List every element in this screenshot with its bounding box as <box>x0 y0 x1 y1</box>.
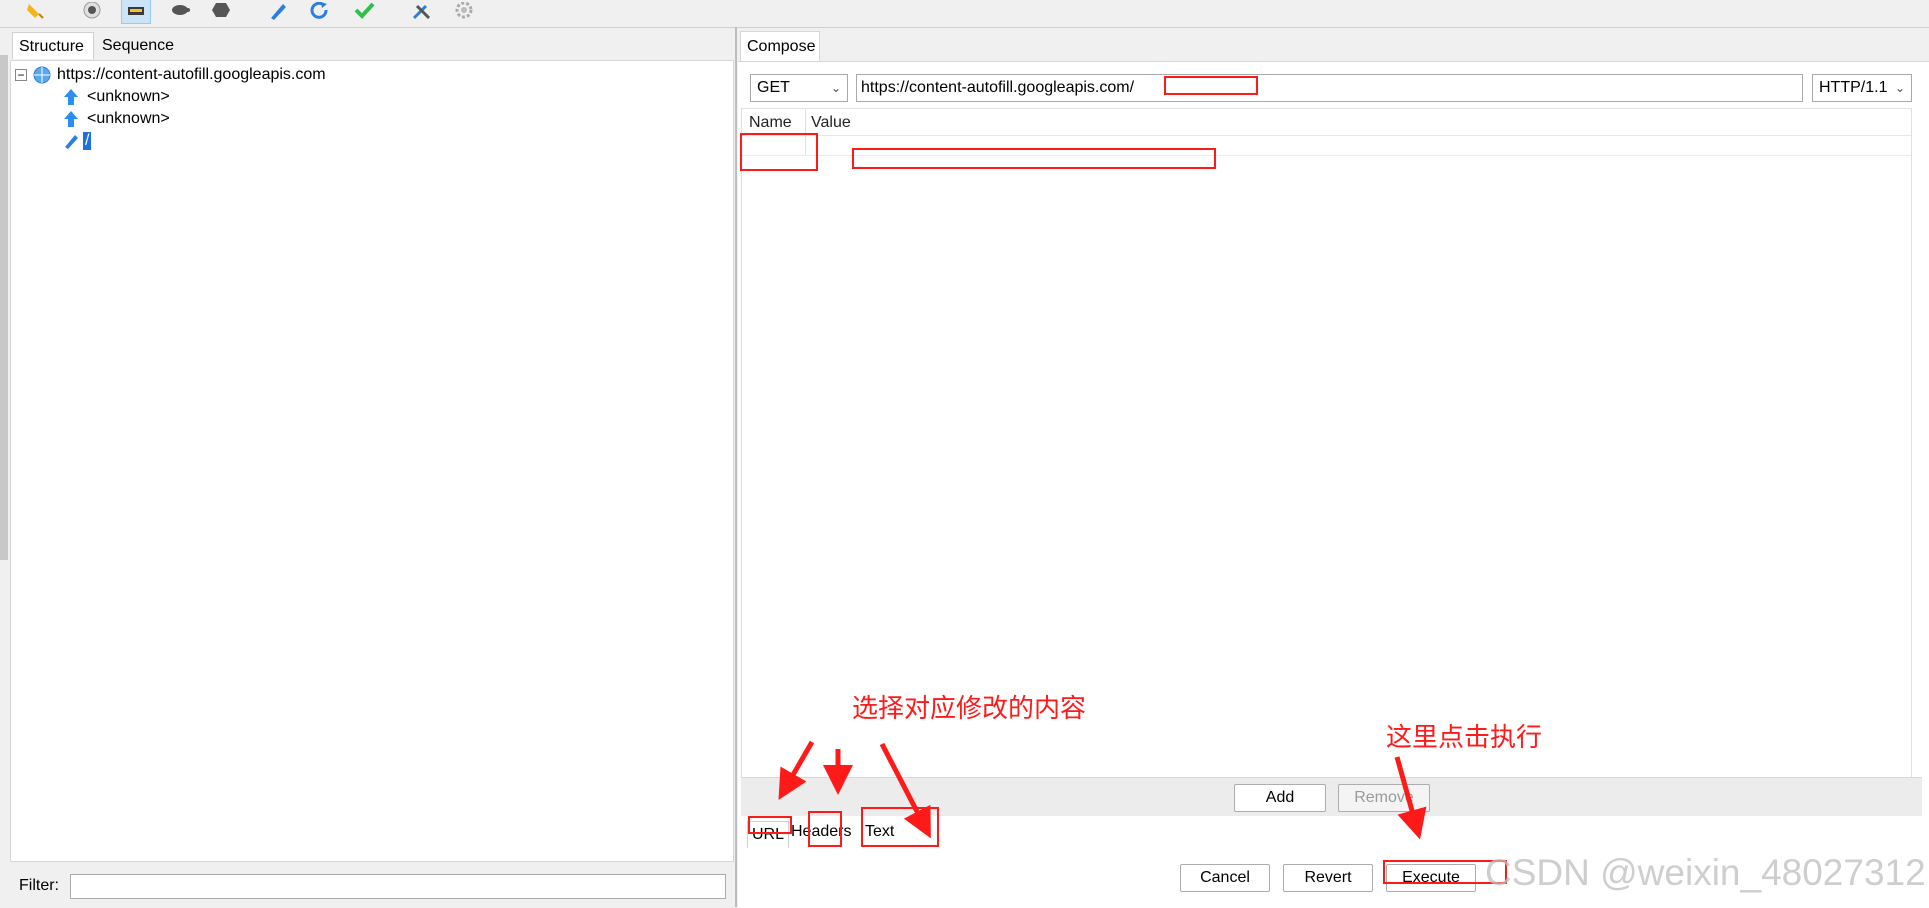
tab-headers[interactable]: Headers <box>791 823 851 841</box>
tab-structure[interactable]: Structure <box>12 32 94 59</box>
chevron-down-icon: ⌄ <box>1894 81 1905 95</box>
col-value-header[interactable]: Value <box>811 114 851 132</box>
check-icon[interactable] <box>350 0 378 24</box>
tab-compose-label: Compose <box>747 38 816 55</box>
tree-child-label: <unknown> <box>87 88 170 105</box>
tab-structure-label: Structure <box>19 38 84 55</box>
structure-tree[interactable]: − https://content-autofill.googleapis.co… <box>10 60 734 862</box>
tree-child-row[interactable]: <unknown> <box>63 108 170 130</box>
url-input[interactable]: https://content-autofill.googleapis.com/ <box>856 74 1803 102</box>
add-button[interactable]: Add <box>1234 784 1326 812</box>
filter-row: Filter: <box>8 869 735 907</box>
tree-selected-row[interactable]: / <box>63 130 92 152</box>
left-scrollbar[interactable] <box>0 55 8 560</box>
execute-button[interactable]: Execute <box>1386 864 1476 892</box>
tools-icon[interactable] <box>408 0 436 24</box>
method-value: GET <box>757 79 790 96</box>
upload-arrow-icon <box>64 89 78 105</box>
record-icon[interactable] <box>78 0 106 24</box>
col-name-header[interactable]: Name <box>749 114 792 132</box>
filter-label: Filter: <box>19 877 59 894</box>
gear-icon[interactable] <box>450 0 478 24</box>
upload-arrow-icon <box>64 111 78 127</box>
hexagon-icon[interactable] <box>207 0 235 24</box>
toolbar <box>0 0 1929 28</box>
refresh-icon[interactable] <box>306 0 334 24</box>
pen-icon <box>65 135 78 149</box>
watermark: CSDN @weixin_48027312 <box>1485 852 1926 893</box>
protocol-value: HTTP/1.1 <box>1819 79 1888 96</box>
pen-icon[interactable] <box>264 0 292 24</box>
turtle-icon[interactable] <box>166 0 194 24</box>
url-value: https://content-autofill.googleapis.com/ <box>861 79 1135 96</box>
execute-note: 这里点击执行 <box>1386 722 1543 752</box>
globe-icon <box>33 66 51 84</box>
tree-selected-label: / <box>83 132 92 150</box>
grid-header: Name Value <box>742 109 1911 136</box>
collapse-icon[interactable]: − <box>15 69 27 81</box>
tree-host-row[interactable]: − https://content-autofill.googleapis.co… <box>15 64 326 86</box>
tree-host-label: https://content-autofill.googleapis.com <box>57 66 326 83</box>
bottom-tabs: URL Headers Text <box>738 815 1929 848</box>
left-pane: Structure Sequence − https://content-aut… <box>8 29 735 907</box>
tab-sequence[interactable]: Sequence <box>96 32 188 59</box>
params-grid[interactable]: Name Value <box>741 108 1912 778</box>
stop-icon[interactable] <box>121 0 151 24</box>
tree-child-label: <unknown> <box>87 110 170 127</box>
grid-footer: Add Remove <box>741 777 1922 816</box>
method-select[interactable]: GET ⌄ <box>750 74 848 102</box>
revert-button[interactable]: Revert <box>1283 864 1373 892</box>
filter-input[interactable] <box>70 874 726 899</box>
remove-button[interactable]: Remove <box>1338 784 1430 812</box>
protocol-select[interactable]: HTTP/1.1 ⌄ <box>1812 74 1912 102</box>
pane-splitter[interactable] <box>735 27 737 907</box>
select-note: 选择对应修改的内容 <box>852 693 1087 723</box>
broom-icon[interactable] <box>22 0 50 24</box>
right-pane: Compose GET ⌄ https://content-autofill.g… <box>738 29 1929 908</box>
tree-child-row[interactable]: <unknown> <box>63 86 170 108</box>
table-row[interactable] <box>742 135 1911 156</box>
cancel-button[interactable]: Cancel <box>1180 864 1270 892</box>
tab-text[interactable]: Text <box>865 823 894 841</box>
tab-compose[interactable]: Compose <box>740 31 820 61</box>
tab-sequence-label: Sequence <box>102 37 175 54</box>
tab-url[interactable]: URL <box>747 821 790 848</box>
chevron-down-icon: ⌄ <box>830 81 841 95</box>
